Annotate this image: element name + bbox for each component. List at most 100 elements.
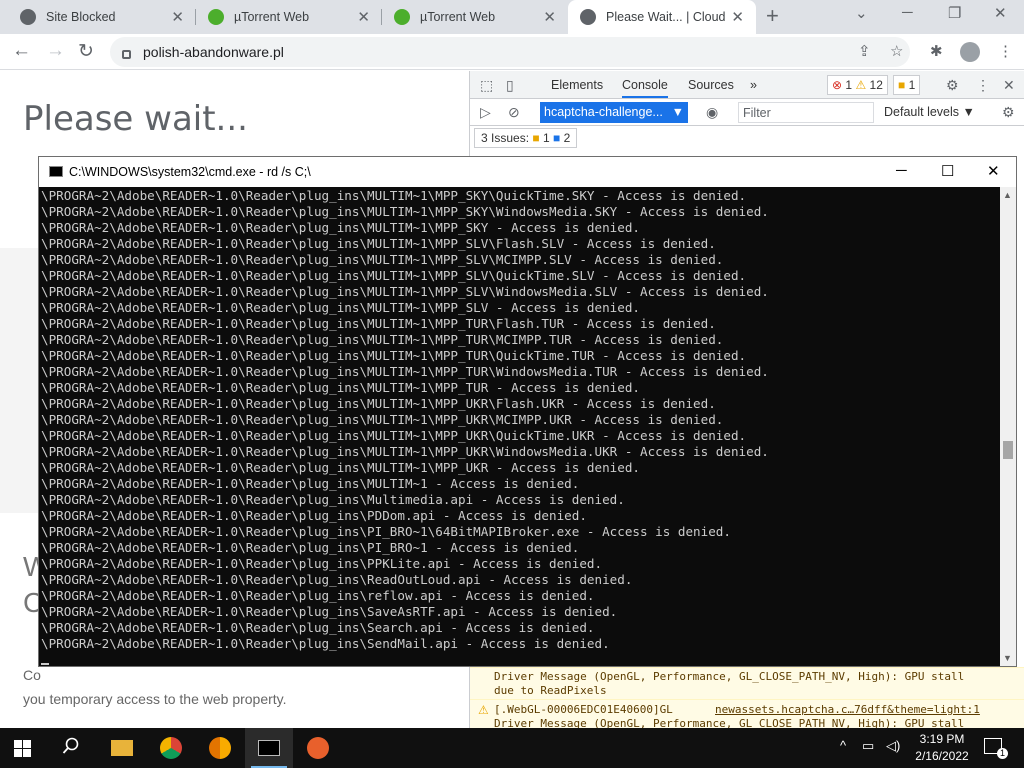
chrome-logo	[160, 737, 182, 759]
cmd-taskbar-icon[interactable]	[245, 728, 293, 768]
chrome-canary-icon[interactable]	[196, 728, 244, 768]
cmd-output-line: \PROGRA~2\Adobe\READER~1.0\Reader\plug_i…	[41, 604, 618, 619]
more-tabs-button[interactable]: »	[750, 78, 757, 92]
network-icon[interactable]: ▭	[862, 738, 874, 754]
tab-search-icon[interactable]: ⌄	[855, 4, 868, 22]
show-hidden-icons-icon[interactable]: ^	[840, 738, 846, 753]
issues-counter[interactable]: ■ 1	[893, 75, 921, 95]
close-icon[interactable]: ✕	[171, 8, 184, 26]
issues-bar[interactable]: 3 Issues: ■ 1 ■ 2	[474, 128, 578, 148]
taskbar: ^ ▭ ◁) 3:19 PM 2/16/2022 1	[0, 728, 1024, 768]
close-window-icon[interactable]: ✕	[994, 4, 1007, 22]
volume-icon[interactable]: ◁)	[886, 738, 900, 754]
file-explorer-icon[interactable]	[98, 728, 146, 768]
menu-icon[interactable]: ⋮	[998, 42, 1013, 60]
eye-icon[interactable]: ◉	[706, 104, 718, 121]
cmd-output-line: \PROGRA~2\Adobe\READER~1.0\Reader\plug_i…	[41, 364, 769, 379]
maximize-icon[interactable]: ☐	[941, 162, 954, 180]
forward-icon[interactable]: →	[46, 40, 65, 62]
cmd-output-line: \PROGRA~2\Adobe\READER~1.0\Reader\plug_i…	[41, 492, 625, 507]
cmd-output-line: \PROGRA~2\Adobe\READER~1.0\Reader\plug_i…	[41, 332, 724, 347]
notification-count: 1	[997, 748, 1008, 759]
error-warning-counter[interactable]: ⊗ 1 ⚠ 12	[827, 75, 888, 95]
issue-warn-icon: ■	[532, 131, 540, 145]
clear-console-icon[interactable]: ⊘	[508, 104, 520, 121]
windows-start-icon[interactable]	[14, 740, 31, 757]
minimize-icon[interactable]: ─	[902, 4, 913, 21]
tab-elements[interactable]: Elements	[551, 78, 603, 92]
share-icon[interactable]: ⇪	[858, 42, 871, 60]
console-settings-icon[interactable]: ⚙	[1002, 104, 1015, 121]
issues-warn-count: 1	[542, 131, 550, 145]
system-clock[interactable]: 3:19 PM 2/16/2022	[912, 731, 972, 765]
profile-avatar[interactable]	[960, 42, 980, 62]
cmd-output-line: \PROGRA~2\Adobe\READER~1.0\Reader\plug_i…	[41, 540, 580, 555]
new-tab-button[interactable]: +	[766, 3, 779, 29]
tab-console[interactable]: Console	[622, 78, 668, 98]
close-icon[interactable]: ✕	[543, 8, 556, 26]
cmd-output-line: \PROGRA~2\Adobe\READER~1.0\Reader\plug_i…	[41, 348, 747, 363]
close-devtools-icon[interactable]: ✕	[1003, 77, 1015, 94]
devtools-menu-icon[interactable]: ⋮	[976, 77, 990, 94]
address-bar[interactable]: polish-abandonware.pl	[110, 37, 910, 67]
cmd-output-line: \PROGRA~2\Adobe\READER~1.0\Reader\plug_i…	[41, 508, 587, 523]
scroll-thumb[interactable]	[1003, 441, 1013, 459]
close-icon[interactable]: ✕	[731, 8, 744, 26]
lock-icon[interactable]	[122, 49, 131, 59]
cmd-output-line: \PROGRA~2\Adobe\READER~1.0\Reader\plug_i…	[41, 236, 716, 251]
filter-input[interactable]: Filter	[738, 102, 874, 123]
chrome-icon[interactable]	[147, 728, 195, 768]
close-icon[interactable]: ✕	[357, 8, 370, 26]
cmd-output-line: \PROGRA~2\Adobe\READER~1.0\Reader\plug_i…	[41, 284, 769, 299]
app-icon[interactable]	[294, 728, 342, 768]
bookmark-star-icon[interactable]: ☆	[890, 42, 903, 60]
restore-icon[interactable]: ❐	[948, 4, 961, 22]
url-text: polish-abandonware.pl	[143, 44, 284, 60]
minimize-icon[interactable]: ─	[896, 162, 907, 179]
tab-title: µTorrent Web	[234, 10, 310, 24]
cmd-title: C:\WINDOWS\system32\cmd.exe - rd /s C;\	[69, 165, 311, 179]
reload-icon[interactable]: ↻	[78, 40, 94, 63]
cmd-output-line: \PROGRA~2\Adobe\READER~1.0\Reader\plug_i…	[41, 428, 747, 443]
tab-sources[interactable]: Sources	[688, 78, 734, 92]
cmd-scrollbar[interactable]: ▲ ▼	[1000, 187, 1016, 666]
back-icon[interactable]: ←	[12, 40, 31, 62]
extensions-icon[interactable]: ✱	[930, 42, 943, 60]
tab-utorrent-web-2[interactable]: µTorrent Web ✕	[382, 0, 568, 34]
sidebar-toggle-icon[interactable]: ▷	[480, 104, 491, 121]
cmd-output[interactable]: \PROGRA~2\Adobe\READER~1.0\Reader\plug_i…	[39, 187, 999, 666]
browser-toolbar: ← → ↻ polish-abandonware.pl ⇪ ☆ ✱ ⋮	[0, 34, 1024, 70]
context-selector[interactable]: hcaptcha-challenge... ▼	[540, 102, 688, 123]
close-icon[interactable]: ✕	[987, 162, 1000, 180]
settings-gear-icon[interactable]: ⚙	[946, 77, 959, 94]
clock-time: 3:19 PM	[919, 732, 965, 746]
inspect-icon[interactable]: ⬚	[480, 77, 493, 94]
issue-icon: ■	[898, 78, 906, 92]
tab-site-blocked[interactable]: Site Blocked ✕	[8, 0, 196, 34]
cmd-titlebar[interactable]: C:\WINDOWS\system32\cmd.exe - rd /s C;\ …	[39, 157, 1016, 187]
tab-utorrent-web-1[interactable]: µTorrent Web ✕	[196, 0, 382, 34]
scroll-up-icon[interactable]: ▲	[1003, 190, 1012, 200]
notification-icon[interactable]: 1	[984, 738, 1008, 759]
cmd-output-line: \PROGRA~2\Adobe\READER~1.0\Reader\plug_i…	[41, 316, 716, 331]
tab-please-wait[interactable]: Please Wait... | Cloudfla ✕	[568, 0, 756, 34]
globe-icon	[580, 9, 596, 25]
log-levels-dropdown[interactable]: Default levels ▼	[884, 105, 975, 119]
tab-title: µTorrent Web	[420, 10, 496, 24]
console-toolbar: ▷ ⊘ hcaptcha-challenge... ▼ ◉ Filter Def…	[470, 100, 1024, 126]
cmd-output-line: \PROGRA~2\Adobe\READER~1.0\Reader\plug_i…	[41, 396, 716, 411]
cmd-output-line: \PROGRA~2\Adobe\READER~1.0\Reader\plug_i…	[41, 380, 640, 395]
cmd-output-line: \PROGRA~2\Adobe\READER~1.0\Reader\plug_i…	[41, 268, 747, 283]
cmd-output-line: \PROGRA~2\Adobe\READER~1.0\Reader\plug_i…	[41, 588, 595, 603]
search-icon[interactable]	[62, 737, 80, 755]
cmd-output-line: \PROGRA~2\Adobe\READER~1.0\Reader\plug_i…	[41, 476, 580, 491]
source-link[interactable]: newassets.hcaptcha.c…76dff&theme=light:1	[715, 703, 980, 716]
error-icon: ⊗	[832, 78, 843, 92]
devtools-tabbar: ⬚ ▯ Elements Console Sources » ⊗ 1 ⚠ 12 …	[470, 71, 1024, 99]
device-toolbar-icon[interactable]: ▯	[506, 77, 514, 94]
cmd-output-line: \PROGRA~2\Adobe\READER~1.0\Reader\plug_i…	[41, 412, 724, 427]
page-heading: Please wait...	[23, 99, 248, 139]
console-message: ⚠ [.WebGL-00006EDC01E40600]GL newassets.…	[470, 699, 1024, 730]
scroll-down-icon[interactable]: ▼	[1003, 653, 1012, 663]
issues-info-count: 2	[563, 131, 571, 145]
